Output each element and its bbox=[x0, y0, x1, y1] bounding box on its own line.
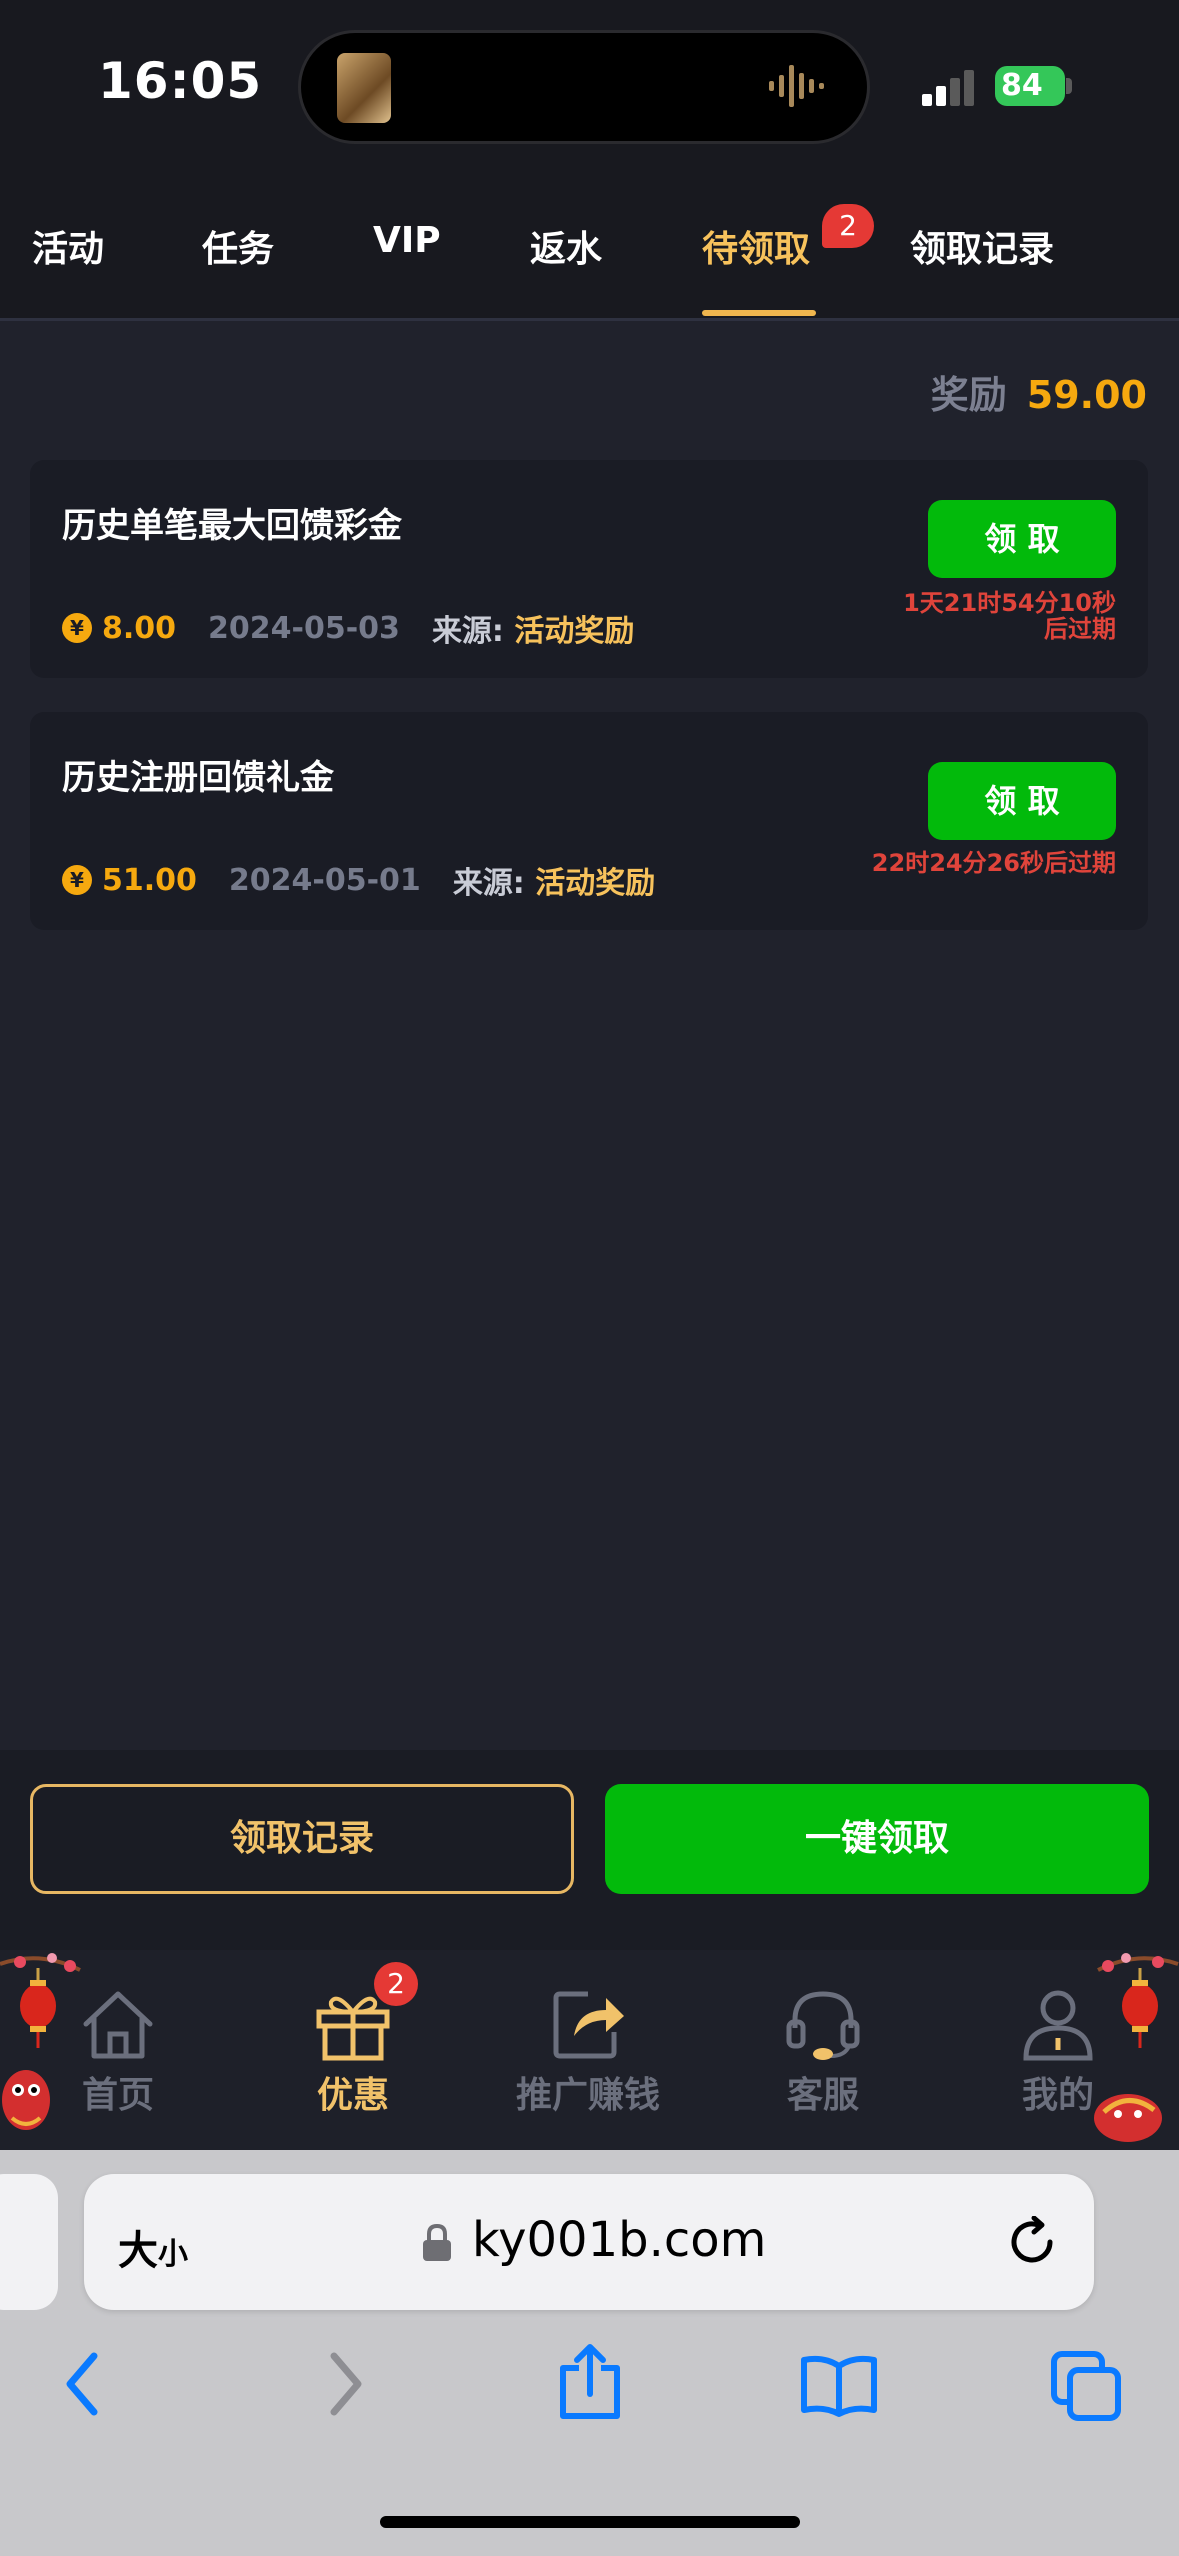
nav-promotions[interactable]: 优惠 bbox=[253, 1986, 453, 2118]
user-icon bbox=[1023, 1990, 1093, 2061]
promotions-badge: 2 bbox=[374, 1962, 418, 2006]
audio-wave-icon bbox=[769, 65, 824, 107]
now-playing-artwork bbox=[337, 53, 391, 123]
expiry-countdown: 1天21时54分10秒 后过期 bbox=[903, 590, 1116, 642]
headset-icon bbox=[786, 1991, 860, 2060]
nav-label: 客服 bbox=[786, 2075, 859, 2116]
tab-rebate[interactable]: 返水 bbox=[530, 220, 602, 272]
pending-count-badge: 2 bbox=[822, 204, 874, 248]
reward-total-label: 奖励 bbox=[930, 373, 1007, 417]
reward-meta: ¥ 51.00 2024-05-01 来源: 活动奖励 bbox=[62, 858, 655, 902]
active-tab-indicator bbox=[702, 310, 816, 316]
nav-label: 优惠 bbox=[316, 2075, 389, 2116]
expiry-line-1: 1天21时54分10秒 bbox=[903, 589, 1116, 617]
expiry-line-2: 后过期 bbox=[1044, 615, 1116, 643]
reward-date: 2024-05-03 bbox=[208, 610, 400, 646]
category-tabs: 活动 任务 VIP 返水 待领取 领取记录 bbox=[0, 176, 1179, 321]
claim-records-button[interactable]: 领取记录 bbox=[30, 1784, 574, 1894]
reward-source: 活动奖励 bbox=[514, 614, 635, 649]
reward-title: 历史单笔最大回馈彩金 bbox=[62, 506, 402, 546]
status-bar: 16:05 84 bbox=[0, 0, 1179, 176]
dynamic-island[interactable] bbox=[298, 30, 870, 144]
reward-meta: ¥ 8.00 2024-05-03 来源: 活动奖励 bbox=[62, 606, 634, 650]
tab-tasks[interactable]: 任务 bbox=[202, 220, 274, 272]
share-icon[interactable] bbox=[555, 2342, 625, 2422]
browser-toolbar: 大小 ky001b.com bbox=[0, 2150, 1179, 2556]
expiry-line-1: 22时24分26秒后过期 bbox=[871, 849, 1116, 877]
battery-tip bbox=[1066, 78, 1072, 94]
reward-source-label: 来源: bbox=[431, 614, 504, 649]
cellular-signal-icon bbox=[922, 70, 974, 106]
nav-home[interactable]: 首页 bbox=[18, 1986, 218, 2118]
reward-source: 活动奖励 bbox=[535, 866, 656, 901]
back-icon[interactable] bbox=[60, 2350, 110, 2418]
tab-activities[interactable]: 活动 bbox=[32, 220, 104, 272]
home-icon bbox=[83, 1991, 153, 2059]
bottom-nav: 首页 优惠 推广赚钱 客服 我的 bbox=[0, 1950, 1179, 2150]
status-time: 16:05 bbox=[98, 52, 263, 110]
reward-total: 奖励 59.00 bbox=[931, 364, 1147, 419]
expiry-countdown: 22时24分26秒后过期 bbox=[872, 850, 1116, 876]
bottom-action-bar: 领取记录 一键领取 bbox=[0, 1750, 1179, 1950]
coin-icon: ¥ bbox=[62, 865, 92, 895]
nav-label: 推广赚钱 bbox=[515, 2075, 660, 2116]
tab-claim-history[interactable]: 领取记录 bbox=[910, 220, 1054, 272]
reward-total-value: 59.00 bbox=[1026, 373, 1147, 417]
battery-indicator: 84 bbox=[995, 66, 1065, 106]
reward-card: 历史注册回馈礼金 ¥ 51.00 2024-05-01 来源: 活动奖励 领 取… bbox=[30, 712, 1148, 930]
tabs-icon[interactable] bbox=[1050, 2350, 1124, 2422]
url-text: ky001b.com bbox=[472, 2212, 767, 2268]
text-size-button[interactable]: 大小 bbox=[118, 2218, 188, 2276]
reload-icon[interactable] bbox=[1006, 2216, 1058, 2268]
reward-amount: 8.00 bbox=[102, 610, 177, 646]
claim-all-button[interactable]: 一键领取 bbox=[605, 1784, 1149, 1894]
claim-button[interactable]: 领 取 bbox=[928, 762, 1116, 840]
lock-icon bbox=[423, 2224, 451, 2261]
previous-tab-preview[interactable] bbox=[0, 2174, 58, 2310]
reward-title: 历史注册回馈礼金 bbox=[62, 758, 334, 798]
reward-card: 历史单笔最大回馈彩金 ¥ 8.00 2024-05-03 来源: 活动奖励 领 … bbox=[30, 460, 1148, 678]
nav-support[interactable]: 客服 bbox=[723, 1986, 923, 2118]
nav-profile[interactable]: 我的 bbox=[958, 1986, 1158, 2118]
home-indicator bbox=[380, 2516, 800, 2528]
bookmarks-icon[interactable] bbox=[800, 2354, 878, 2418]
coin-icon: ¥ bbox=[62, 613, 92, 643]
share-icon bbox=[553, 1991, 624, 2059]
text-size-big: 大 bbox=[118, 2228, 158, 2274]
tab-pending[interactable]: 待领取 bbox=[702, 220, 810, 272]
reward-date: 2024-05-01 bbox=[228, 862, 421, 898]
text-size-small: 小 bbox=[158, 2237, 188, 2272]
claim-button[interactable]: 领 取 bbox=[928, 500, 1116, 578]
reward-source-label: 来源: bbox=[452, 866, 525, 901]
nav-referral[interactable]: 推广赚钱 bbox=[488, 1986, 688, 2118]
nav-label: 我的 bbox=[1021, 2075, 1094, 2116]
forward-icon[interactable] bbox=[318, 2350, 368, 2418]
nav-label: 首页 bbox=[81, 2075, 154, 2116]
reward-amount: 51.00 bbox=[102, 862, 197, 898]
battery-level: 84 bbox=[1001, 68, 1043, 103]
address-bar[interactable]: 大小 ky001b.com bbox=[84, 2174, 1094, 2310]
tab-vip[interactable]: VIP bbox=[373, 220, 441, 261]
